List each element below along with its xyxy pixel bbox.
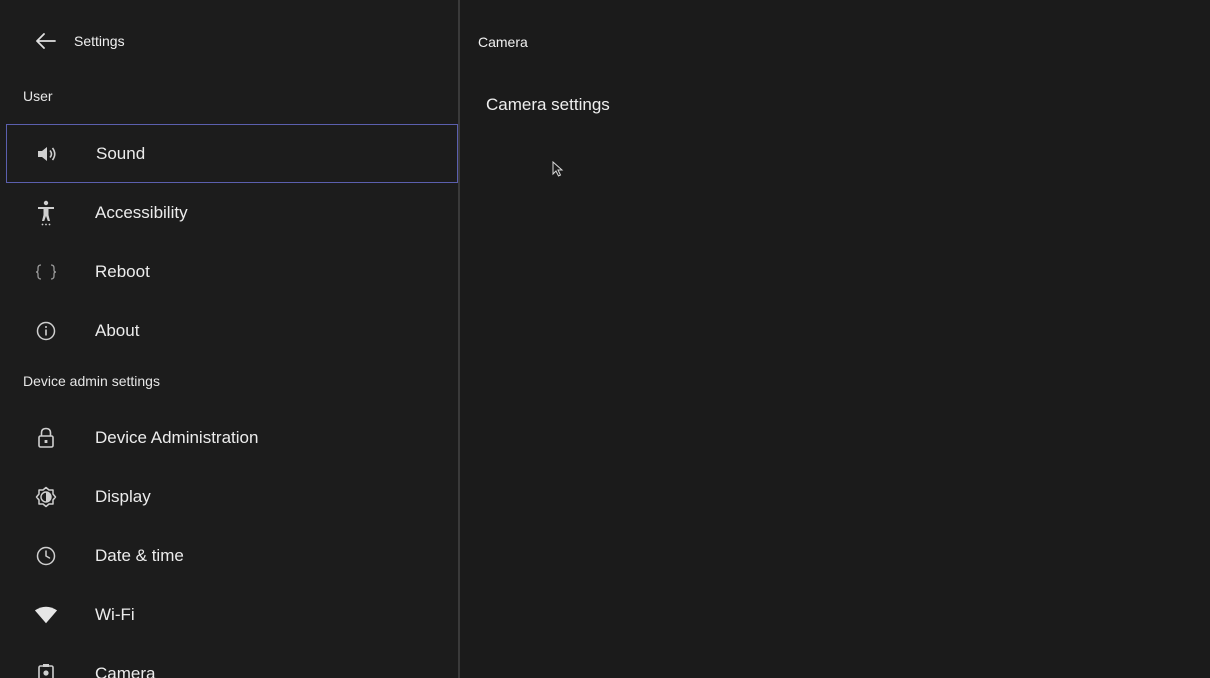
page-title: Settings <box>74 33 125 49</box>
settings-nav-pane: Settings User Sound Accessibility Reboot… <box>0 0 458 678</box>
settings-app: Settings User Sound Accessibility Reboot… <box>0 0 1210 678</box>
sidebar-item-camera[interactable]: Camera <box>6 644 458 678</box>
info-icon <box>34 319 58 343</box>
sidebar-item-label: About <box>95 320 140 340</box>
sidebar-item-reboot[interactable]: Reboot <box>6 242 458 301</box>
sidebar-item-wifi[interactable]: Wi-Fi <box>6 585 458 644</box>
sidebar-item-label: Date & time <box>95 545 184 565</box>
sidebar-item-label: Accessibility <box>95 202 188 222</box>
brightness-icon <box>34 485 58 509</box>
sidebar-item-label: Reboot <box>95 261 150 281</box>
back-button[interactable] <box>26 21 66 61</box>
sidebar-item-label: Sound <box>96 143 146 163</box>
sidebar-item-sound[interactable]: Sound <box>6 124 458 183</box>
sidebar-item-label: Wi-Fi <box>95 604 135 624</box>
section-label-user: User <box>23 88 53 104</box>
sidebar-item-label: Device Administration <box>95 427 259 447</box>
arrow-left-icon <box>36 33 56 49</box>
sidebar-item-label: Camera <box>95 663 156 678</box>
sidebar-item-device-administration[interactable]: Device Administration <box>6 408 458 467</box>
braces-icon <box>34 260 58 284</box>
wifi-icon <box>34 603 58 627</box>
sidebar-item-accessibility[interactable]: Accessibility <box>6 183 458 242</box>
sidebar-item-label: Display <box>95 486 151 506</box>
lock-icon <box>34 426 58 450</box>
sidebar-item-about[interactable]: About <box>6 301 458 360</box>
camera-icon <box>34 662 58 678</box>
camera-settings-item[interactable]: Camera settings <box>486 95 610 115</box>
mouse-cursor-icon <box>552 161 564 177</box>
sidebar-item-display[interactable]: Display <box>6 467 458 526</box>
clock-icon <box>34 544 58 568</box>
speaker-icon <box>35 142 59 166</box>
sidebar-item-date-time[interactable]: Date & time <box>6 526 458 585</box>
settings-header: Settings <box>0 10 458 72</box>
section-label-device-admin: Device admin settings <box>23 373 160 389</box>
detail-title: Camera <box>478 34 528 50</box>
accessibility-icon <box>34 200 58 225</box>
detail-pane: Camera Camera settings <box>460 0 1210 678</box>
